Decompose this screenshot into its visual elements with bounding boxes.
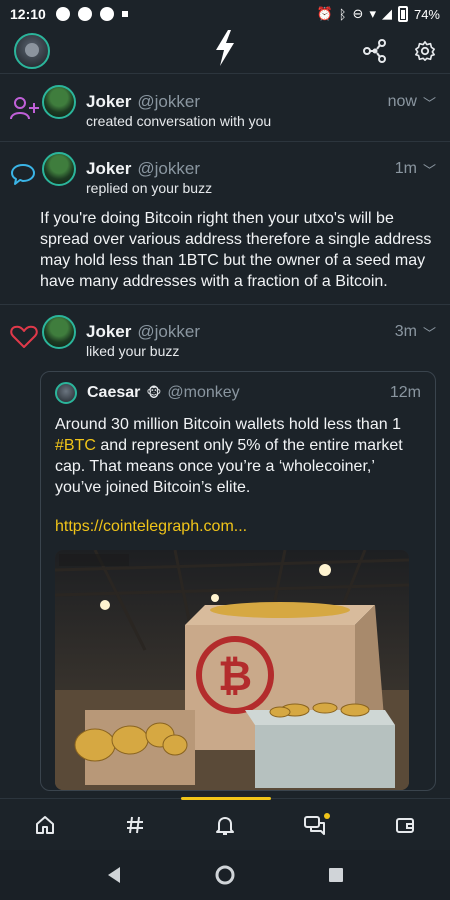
app-icon [99, 7, 114, 21]
buzz-text-part: Around 30 million Bitcoin wallets hold l… [55, 416, 401, 433]
avatar[interactable] [42, 152, 76, 186]
back-icon[interactable] [106, 866, 122, 884]
notification-item[interactable]: Joker @jokker 3m ﹀ liked your buzz Caesa… [0, 305, 450, 798]
reply-content[interactable]: If you're doing Bitcoin right then your … [40, 208, 436, 292]
avatar[interactable] [42, 315, 76, 349]
notification-action: replied on your buzz [86, 180, 213, 196]
user-handle[interactable]: @monkey [167, 384, 239, 402]
gear-icon[interactable] [414, 40, 436, 62]
network-icon[interactable] [362, 38, 388, 64]
timestamp: 3m [394, 323, 417, 340]
monkey-badge-icon: 🐵 [146, 385, 162, 400]
quoted-buzz[interactable]: Caesar 🐵 @monkey 12m Around 30 million B… [40, 371, 436, 791]
add-user-icon [10, 97, 39, 120]
battery-level: 74% [413, 6, 440, 22]
link-preview-image[interactable]: ₿ [55, 550, 409, 790]
timestamp: now [387, 93, 417, 110]
dnd-icon: ⊖ [352, 6, 364, 21]
tab-notifications[interactable] [205, 805, 245, 845]
external-link[interactable]: https://cointelegraph.com... [55, 518, 421, 536]
tab-trending[interactable] [115, 805, 155, 845]
system-navigation [0, 850, 450, 900]
user-handle[interactable]: @jokker [137, 322, 200, 342]
notification-action: liked your buzz [86, 343, 180, 359]
user-handle[interactable]: @jokker [137, 92, 200, 112]
timestamp: 1m [394, 160, 417, 177]
user-name[interactable]: Joker [86, 159, 131, 179]
avatar[interactable] [55, 382, 77, 404]
status-bar: 12:10 ⏰ ᛒ ⊖ ▾ ◢ 74% [0, 0, 450, 28]
dot-icon [121, 11, 128, 17]
user-name[interactable]: Caesar [87, 384, 140, 402]
wifi-icon: ▾ [369, 6, 376, 21]
notification-action: created conversation with you [86, 113, 272, 129]
timestamp: 12m [389, 384, 421, 401]
tab-wallet[interactable] [385, 805, 425, 845]
avatar[interactable] [42, 85, 76, 119]
tab-home[interactable] [25, 805, 65, 845]
recents-icon[interactable] [328, 867, 344, 883]
tab-messages[interactable] [295, 805, 335, 845]
home-button-icon[interactable] [214, 864, 236, 886]
signal-icon: ◢ [381, 6, 392, 21]
user-name[interactable]: Joker [86, 322, 131, 342]
chevron-down-icon[interactable]: ﹀ [423, 93, 436, 112]
heart-icon [10, 325, 38, 348]
buzz-text-part: and represent only 5% of the entire mark… [55, 437, 403, 496]
notification-feed[interactable]: Joker @jokker now ﹀ created conversation… [0, 75, 450, 798]
buzz-text: Around 30 million Bitcoin wallets hold l… [55, 414, 421, 498]
bluetooth-icon: ᛒ [338, 6, 347, 22]
notification-item[interactable]: Joker @jokker now ﹀ created conversation… [0, 75, 450, 142]
unread-dot [324, 812, 330, 819]
bolt-logo-icon [216, 30, 234, 66]
wallet-icon [396, 817, 414, 833]
chevron-down-icon[interactable]: ﹀ [423, 160, 436, 179]
bottom-navigation [0, 797, 450, 850]
user-handle[interactable]: @jokker [137, 159, 200, 179]
svg-text:₿: ₿ [218, 652, 252, 699]
notification-icon [55, 7, 70, 21]
user-name[interactable]: Joker [86, 92, 131, 112]
telegram-icon [77, 7, 92, 21]
hashtag-link[interactable]: #BTC [55, 437, 96, 454]
notification-item[interactable]: Joker @jokker 1m ﹀ replied on your buzz … [0, 142, 450, 305]
status-time: 12:10 [10, 6, 46, 22]
top-app-bar [0, 28, 450, 74]
alarm-icon: ⏰ [316, 6, 333, 21]
chevron-down-icon[interactable]: ﹀ [423, 323, 436, 342]
hashtag-icon [127, 816, 143, 833]
bitcoin-boxes-image: ₿ [55, 550, 409, 790]
comment-icon [11, 164, 35, 185]
battery-icon [397, 6, 408, 22]
home-icon [36, 815, 54, 834]
active-tab-indicator [181, 797, 271, 800]
profile-avatar[interactable] [14, 32, 50, 69]
bell-icon [216, 816, 234, 835]
